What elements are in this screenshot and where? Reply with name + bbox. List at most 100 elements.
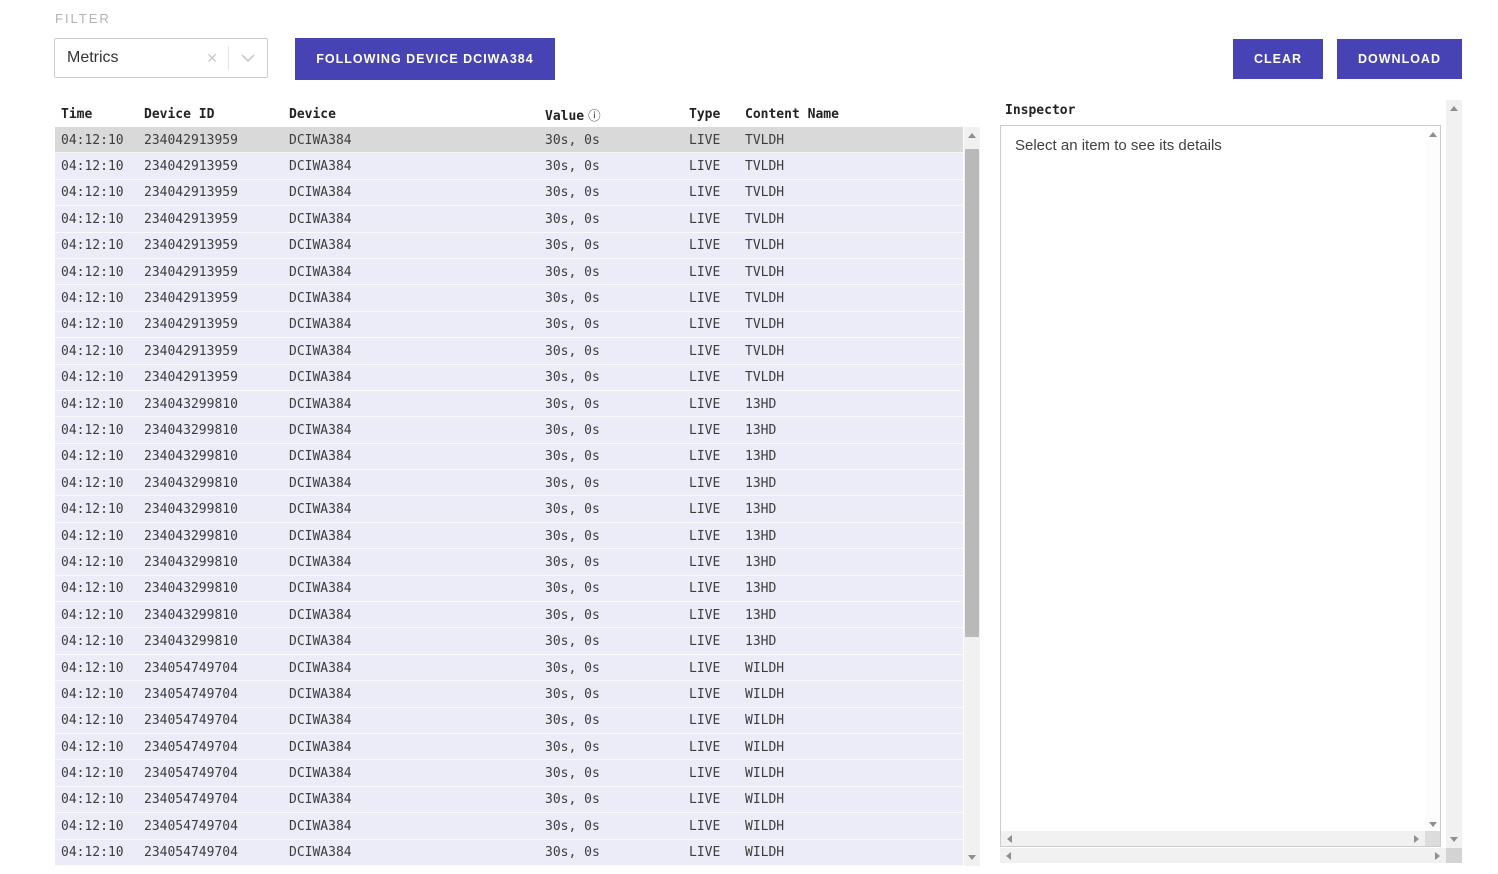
scroll-up-button[interactable] <box>1446 100 1462 117</box>
table-cell: WILDH <box>745 845 963 860</box>
column-header-content-name: Content Name <box>745 107 963 122</box>
table-row[interactable]: 04:12:10234042913959DCIWA38430s, 0sLIVET… <box>55 153 963 179</box>
clear-selection-icon[interactable]: ✕ <box>196 51 228 65</box>
table-row[interactable]: 04:12:10234054749704DCIWA38430s, 0sLIVEW… <box>55 787 963 813</box>
table-cell: 30s, 0s <box>545 370 689 385</box>
table-cell: TVLDH <box>745 317 963 332</box>
inspector-inner-vertical-scrollbar[interactable] <box>1425 126 1440 833</box>
table-cell: LIVE <box>689 476 745 491</box>
scroll-left-button[interactable] <box>1001 831 1018 846</box>
table-row[interactable]: 04:12:10234042913959DCIWA38430s, 0sLIVET… <box>55 338 963 364</box>
inspector-inner-horizontal-scrollbar[interactable] <box>1001 831 1425 846</box>
table-cell: 234043299810 <box>144 449 289 464</box>
table-cell: 234042913959 <box>144 344 289 359</box>
table-row[interactable]: 04:12:10234043299810DCIWA38430s, 0sLIVE1… <box>55 444 963 470</box>
table-row[interactable]: 04:12:10234043299810DCIWA38430s, 0sLIVE1… <box>55 523 963 549</box>
table-row[interactable]: 04:12:10234042913959DCIWA38430s, 0sLIVET… <box>55 365 963 391</box>
scroll-down-button[interactable] <box>964 849 980 866</box>
column-header-time: Time <box>61 107 144 122</box>
clear-button[interactable]: CLEAR <box>1233 39 1323 79</box>
table-cell: 13HD <box>745 529 963 544</box>
table-cell: WILDH <box>745 687 963 702</box>
table-row[interactable]: 04:12:10234054749704DCIWA38430s, 0sLIVEW… <box>55 734 963 760</box>
table-row[interactable]: 04:12:10234042913959DCIWA38430s, 0sLIVET… <box>55 285 963 311</box>
table-cell: 04:12:10 <box>61 476 144 491</box>
scroll-right-button[interactable] <box>1429 848 1446 863</box>
table-cell: DCIWA384 <box>289 819 545 834</box>
table-cell: LIVE <box>689 212 745 227</box>
scroll-down-button[interactable] <box>1446 831 1462 848</box>
table-cell: WILDH <box>745 792 963 807</box>
value-info-icon[interactable]: ⓘ <box>588 108 601 123</box>
table-cell: DCIWA384 <box>289 133 545 148</box>
table-cell: LIVE <box>689 687 745 702</box>
table-cell: 30s, 0s <box>545 397 689 412</box>
table-cell: 234042913959 <box>144 265 289 280</box>
download-button[interactable]: DOWNLOAD <box>1337 39 1462 79</box>
scrollbar-corner <box>1446 848 1462 863</box>
table-cell: DCIWA384 <box>289 317 545 332</box>
table-cell: 04:12:10 <box>61 133 144 148</box>
table-cell: 234054749704 <box>144 819 289 834</box>
table-row[interactable]: 04:12:10234042913959DCIWA38430s, 0sLIVET… <box>55 180 963 206</box>
table-cell: 30s, 0s <box>545 449 689 464</box>
dropdown-chevron-icon[interactable] <box>229 54 267 62</box>
table-cell: 30s, 0s <box>545 238 689 253</box>
table-cell: 30s, 0s <box>545 581 689 596</box>
table-row[interactable]: 04:12:10234043299810DCIWA38430s, 0sLIVE1… <box>55 602 963 628</box>
table-cell: DCIWA384 <box>289 740 545 755</box>
table-cell: TVLDH <box>745 344 963 359</box>
table-row[interactable]: 04:12:10234042913959DCIWA38430s, 0sLIVET… <box>55 206 963 232</box>
table-cell: 234054749704 <box>144 687 289 702</box>
table-row[interactable]: 04:12:10234043299810DCIWA38430s, 0sLIVE1… <box>55 628 963 654</box>
table-cell: TVLDH <box>745 238 963 253</box>
table-cell: LIVE <box>689 423 745 438</box>
table-cell: 234054749704 <box>144 792 289 807</box>
scroll-right-button[interactable] <box>1408 831 1425 846</box>
table-row[interactable]: 04:12:10234043299810DCIWA38430s, 0sLIVE1… <box>55 470 963 496</box>
table-row[interactable]: 04:12:10234042913959DCIWA38430s, 0sLIVET… <box>55 312 963 338</box>
inspector-outer-horizontal-scrollbar[interactable] <box>1000 848 1446 863</box>
scrollbar-thumb[interactable] <box>965 149 979 637</box>
table-row[interactable]: 04:12:10234054749704DCIWA38430s, 0sLIVEW… <box>55 708 963 734</box>
table-cell: DCIWA384 <box>289 423 545 438</box>
table-row[interactable]: 04:12:10234054749704DCIWA38430s, 0sLIVEW… <box>55 840 963 866</box>
table-cell: 30s, 0s <box>545 423 689 438</box>
table-cell: DCIWA384 <box>289 212 545 227</box>
table-cell: 30s, 0s <box>545 265 689 280</box>
table-row[interactable]: 04:12:10234043299810DCIWA38430s, 0sLIVE1… <box>55 417 963 443</box>
scroll-left-button[interactable] <box>1000 848 1017 863</box>
down-arrow-icon <box>1429 822 1437 827</box>
table-row[interactable]: 04:12:10234054749704DCIWA38430s, 0sLIVEW… <box>55 760 963 786</box>
table-row[interactable]: 04:12:10234042913959DCIWA38430s, 0sLIVET… <box>55 233 963 259</box>
scrollbar-corner <box>1425 831 1440 846</box>
table-cell: TVLDH <box>745 133 963 148</box>
table-row[interactable]: 04:12:10234042913959DCIWA38430s, 0sLIVET… <box>55 127 963 153</box>
table-row[interactable]: 04:12:10234043299810DCIWA38430s, 0sLIVE1… <box>55 576 963 602</box>
table-cell: LIVE <box>689 397 745 412</box>
table-cell: WILDH <box>745 713 963 728</box>
scroll-up-button[interactable] <box>1425 126 1440 143</box>
table-cell: WILDH <box>745 740 963 755</box>
table-cell: DCIWA384 <box>289 238 545 253</box>
table-cell: DCIWA384 <box>289 529 545 544</box>
table-row[interactable]: 04:12:10234054749704DCIWA38430s, 0sLIVEW… <box>55 681 963 707</box>
table-row[interactable]: 04:12:10234043299810DCIWA38430s, 0sLIVE1… <box>55 391 963 417</box>
scroll-up-button[interactable] <box>964 127 980 144</box>
table-cell: 04:12:10 <box>61 159 144 174</box>
table-row[interactable]: 04:12:10234043299810DCIWA38430s, 0sLIVE1… <box>55 496 963 522</box>
table-row[interactable]: 04:12:10234054749704DCIWA38430s, 0sLIVEW… <box>55 655 963 681</box>
table-cell: 30s, 0s <box>545 476 689 491</box>
table-cell: 30s, 0s <box>545 634 689 649</box>
table-row[interactable]: 04:12:10234043299810DCIWA38430s, 0sLIVE1… <box>55 549 963 575</box>
metrics-filter-select[interactable]: Metrics ✕ <box>54 38 268 78</box>
table-cell: 04:12:10 <box>61 845 144 860</box>
table-row[interactable]: 04:12:10234054749704DCIWA38430s, 0sLIVEW… <box>55 813 963 839</box>
table-cell: 30s, 0s <box>545 845 689 860</box>
following-device-button[interactable]: FOLLOWING DEVICE DCIWA384 <box>295 38 555 80</box>
table-cell: 234054749704 <box>144 845 289 860</box>
table-row[interactable]: 04:12:10234042913959DCIWA38430s, 0sLIVET… <box>55 259 963 285</box>
table-vertical-scrollbar[interactable] <box>964 127 980 866</box>
inspector-outer-vertical-scrollbar[interactable] <box>1446 100 1462 848</box>
table-cell: 30s, 0s <box>545 661 689 676</box>
